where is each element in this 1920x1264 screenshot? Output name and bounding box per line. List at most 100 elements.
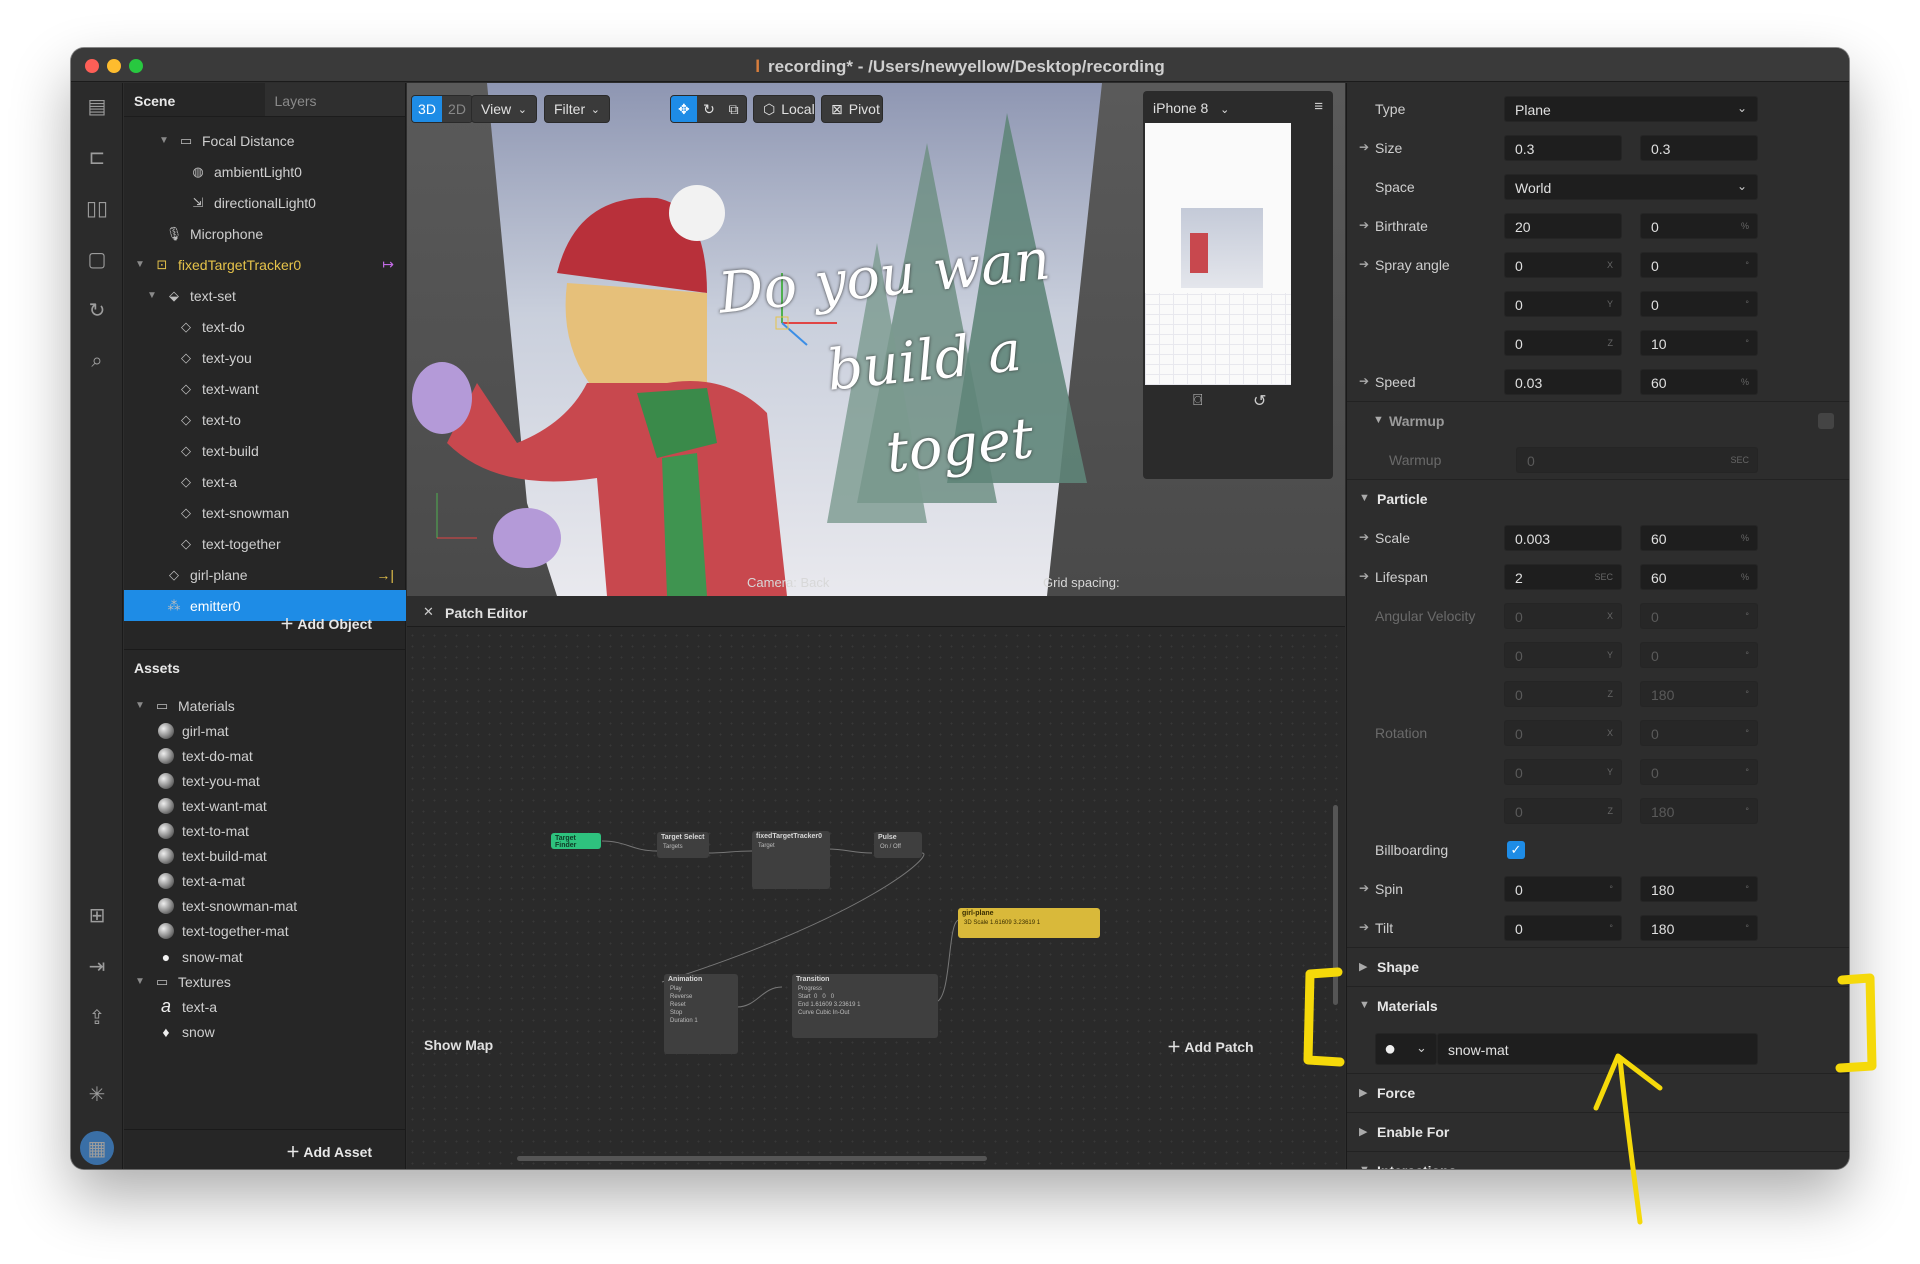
scene-item[interactable]: ◇ text-to bbox=[124, 404, 406, 435]
restart-icon[interactable]: ↺ bbox=[1253, 391, 1266, 411]
asset-item[interactable]: text-a-mat bbox=[124, 869, 406, 894]
tab-scene[interactable]: Scene bbox=[124, 83, 265, 116]
expand-arrow-icon[interactable]: ➔ bbox=[1359, 374, 1369, 388]
number-field[interactable]: 180 ° bbox=[1640, 876, 1758, 902]
node-value[interactable]: 1.61609 bbox=[810, 1002, 832, 1008]
material-swatch-dropdown[interactable]: ● ⌄ bbox=[1375, 1033, 1437, 1065]
columns-icon[interactable]: ▯▯ bbox=[83, 194, 111, 222]
number-field[interactable]: 2 SEC bbox=[1504, 564, 1622, 590]
search-icon[interactable]: ⌕ bbox=[83, 347, 111, 375]
move-tool-icon[interactable]: ✥ bbox=[671, 96, 697, 122]
node-value[interactable]: 1 bbox=[857, 1002, 860, 1008]
scene-item[interactable]: ◇ girl-plane →| bbox=[124, 559, 406, 590]
scene-item[interactable]: ▼ ⊡ fixedTargetTracker0 ↦ bbox=[124, 249, 406, 280]
materials-header[interactable]: ▼ Materials bbox=[1347, 986, 1849, 1025]
target-select-node[interactable]: Target Select Targets bbox=[657, 832, 709, 858]
asset-item[interactable]: text-to-mat bbox=[124, 819, 406, 844]
device-icon[interactable]: ⇥ bbox=[83, 952, 111, 980]
number-field[interactable]: 20 bbox=[1504, 213, 1622, 239]
scene-item[interactable]: ◇ text-do bbox=[124, 311, 406, 342]
node-value[interactable]: 0 bbox=[822, 994, 825, 1000]
number-field[interactable]: 0.003 bbox=[1504, 525, 1622, 551]
disclosure-arrow-icon[interactable]: ▼ bbox=[1359, 1164, 1370, 1169]
viewport-3d[interactable]: Do you wan build a toget 3D 2D View ⌄ Fil… bbox=[407, 83, 1345, 596]
asset-item[interactable]: text-together-mat bbox=[124, 919, 406, 944]
number-field[interactable]: 0 ° bbox=[1640, 252, 1758, 278]
node-value[interactable]: 0 bbox=[814, 994, 817, 1000]
video-camera-icon[interactable]: ⊏ bbox=[83, 143, 111, 171]
add-asset-button[interactable]: ＋ Add Asset bbox=[286, 1142, 372, 1162]
number-field[interactable]: 0 ° bbox=[1504, 876, 1622, 902]
number-field[interactable]: 10 ° bbox=[1640, 330, 1758, 356]
scene-item[interactable]: ◇ text-snowman bbox=[124, 497, 406, 528]
add-object-button[interactable]: ＋ Add Object bbox=[280, 614, 372, 634]
number-field[interactable]: 60% bbox=[1640, 564, 1758, 590]
particle-header[interactable]: ▼ Particle bbox=[1347, 479, 1849, 518]
number-field[interactable]: 0Y bbox=[1504, 291, 1622, 317]
mode-2d-button[interactable]: 2D bbox=[442, 96, 472, 122]
asset-item[interactable]: ♦ snow bbox=[124, 1019, 406, 1044]
asset-item[interactable]: girl-mat bbox=[124, 718, 406, 743]
scene-item[interactable]: ◍ ambientLight0 bbox=[124, 156, 406, 187]
node-value[interactable]: 3.23619 bbox=[1013, 920, 1035, 926]
asset-item[interactable]: text-you-mat bbox=[124, 768, 406, 793]
number-field[interactable]: 0.3 bbox=[1504, 135, 1622, 161]
asset-item[interactable]: ▼ ▭ Materials bbox=[124, 693, 406, 718]
new-folder-icon[interactable]: ⊞ bbox=[83, 901, 111, 929]
node-value[interactable]: 3.23619 bbox=[834, 1002, 856, 1008]
expand-arrow-icon[interactable]: ➔ bbox=[1359, 569, 1369, 583]
filter-dropdown[interactable]: Filter ⌄ bbox=[544, 95, 610, 123]
number-field[interactable]: 0 ° bbox=[1504, 915, 1622, 941]
tab-layers[interactable]: Layers bbox=[265, 83, 406, 116]
enable-for-header[interactable]: ▶ Enable For bbox=[1347, 1112, 1849, 1151]
node-value[interactable]: 1 bbox=[1037, 920, 1040, 926]
pulse-node[interactable]: Pulse On / Off bbox=[874, 832, 922, 858]
node-value[interactable]: 0 bbox=[831, 994, 834, 1000]
space-select[interactable]: World ⌄ bbox=[1504, 174, 1758, 200]
scene-item[interactable]: ◇ text-build bbox=[124, 435, 406, 466]
asset-item[interactable]: text-build-mat bbox=[124, 844, 406, 869]
target-link-icon[interactable]: ↦ bbox=[382, 256, 394, 273]
disclosure-arrow-icon[interactable]: ▼ bbox=[1359, 999, 1370, 1011]
force-header[interactable]: ▶ Force bbox=[1347, 1073, 1849, 1112]
scene-item[interactable]: ◇ text-a bbox=[124, 466, 406, 497]
tracker-node[interactable]: fixedTargetTracker0 Target bbox=[752, 831, 830, 889]
expand-arrow-icon[interactable]: ➔ bbox=[1359, 530, 1369, 544]
node-value[interactable]: 1.61609 bbox=[990, 920, 1012, 926]
expand-arrow-icon[interactable]: ➔ bbox=[1359, 920, 1369, 934]
rotate-tool-icon[interactable]: ↻ bbox=[697, 101, 722, 118]
expand-arrow-icon[interactable]: ➔ bbox=[1359, 140, 1369, 154]
disclosure-arrow-icon[interactable]: ▼ bbox=[134, 700, 146, 711]
number-field[interactable]: 0X bbox=[1504, 252, 1622, 278]
show-map-button[interactable]: Show Map bbox=[424, 1037, 493, 1053]
expand-arrow-icon[interactable]: ➔ bbox=[1359, 881, 1369, 895]
number-field[interactable]: 0.03 bbox=[1504, 369, 1622, 395]
disclosure-arrow-icon[interactable]: ▼ bbox=[1373, 414, 1384, 426]
disclosure-arrow-icon[interactable]: ▼ bbox=[146, 290, 158, 301]
vertical-scrollbar[interactable] bbox=[1333, 805, 1338, 1005]
patch-editor[interactable]: ✕ Patch Editor Target Finder Target Sele… bbox=[407, 597, 1345, 1169]
scene-item[interactable]: ▼ ⬙ text-set bbox=[124, 280, 406, 311]
library-icon[interactable]: ▦ bbox=[80, 1131, 114, 1165]
girl-plane-node[interactable]: girl-plane 3D Scale 1.61609 3.23619 1 bbox=[958, 908, 1100, 938]
scene-item[interactable]: ◇ text-you bbox=[124, 342, 406, 373]
horizontal-scrollbar[interactable] bbox=[517, 1156, 987, 1161]
bug-icon[interactable]: ✳ bbox=[83, 1080, 111, 1108]
disclosure-arrow-icon[interactable]: ▶ bbox=[1359, 1125, 1367, 1138]
number-field[interactable]: 0.3 bbox=[1640, 135, 1758, 161]
node-value[interactable]: 1 bbox=[694, 1018, 697, 1024]
number-field[interactable]: 60% bbox=[1640, 369, 1758, 395]
target-link-icon[interactable]: →| bbox=[376, 567, 394, 583]
number-field[interactable]: 180 ° bbox=[1640, 915, 1758, 941]
asset-item[interactable]: ▼ ▭ Textures bbox=[124, 969, 406, 994]
sync-icon[interactable]: ↻ bbox=[83, 296, 111, 324]
billboarding-checkbox[interactable]: ✓ bbox=[1507, 841, 1525, 859]
screenshot-icon[interactable]: ⌼ bbox=[1193, 392, 1203, 410]
asset-item[interactable]: text-snowman-mat bbox=[124, 894, 406, 919]
asset-item[interactable]: text-want-mat bbox=[124, 793, 406, 818]
mode-3d-button[interactable]: 3D bbox=[412, 96, 442, 122]
view-dropdown[interactable]: View ⌄ bbox=[471, 95, 537, 123]
number-field[interactable]: 0% bbox=[1640, 213, 1758, 239]
warmup-checkbox[interactable] bbox=[1818, 413, 1834, 429]
node-value[interactable]: Cubic In-Out bbox=[816, 1010, 850, 1016]
